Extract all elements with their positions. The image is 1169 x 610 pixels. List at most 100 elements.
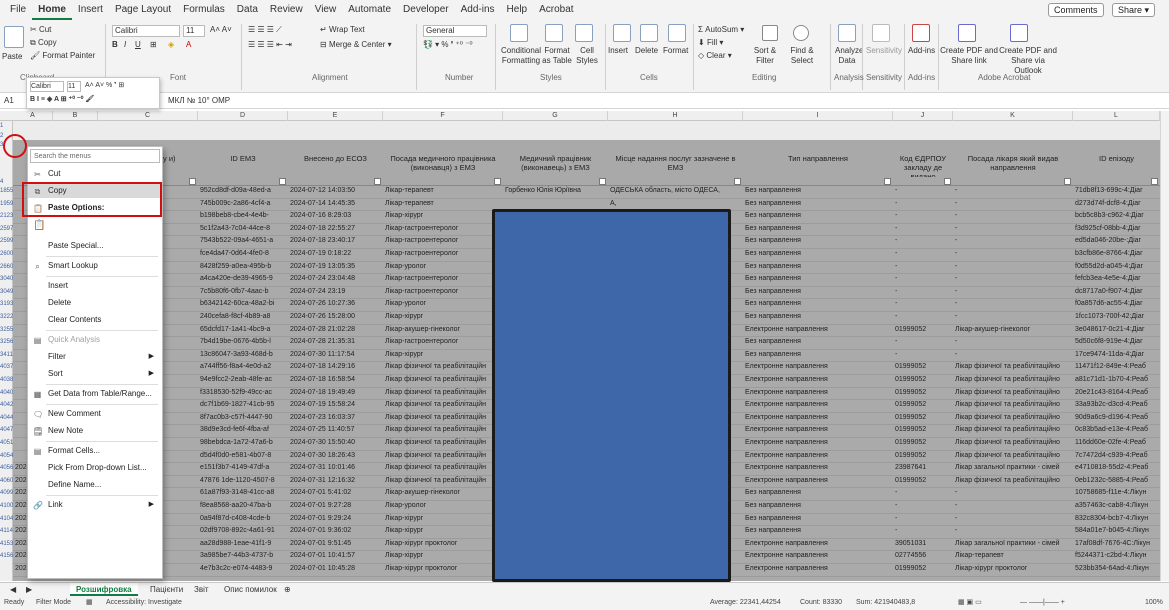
table-cell[interactable]: - bbox=[893, 199, 953, 209]
table-cell[interactable]: Без направлення bbox=[743, 249, 893, 259]
table-cell[interactable]: 33a93b2c-d3cd-4:Реаб bbox=[1073, 400, 1160, 410]
find-select-icon[interactable] bbox=[793, 25, 809, 41]
table-cell[interactable]: 17af08df-7676-4C:Лікун bbox=[1073, 539, 1160, 549]
table-cell[interactable]: Без направлення bbox=[743, 526, 893, 536]
table-cell[interactable]: 2024-07-16 8:29:03 bbox=[288, 211, 383, 221]
table-cell[interactable]: - bbox=[953, 299, 1073, 309]
table-cell[interactable]: - bbox=[893, 312, 953, 322]
table-cell[interactable]: Лікар-гастроентеролог bbox=[383, 249, 503, 259]
autosum-button[interactable]: Σ AutoSum ▾ bbox=[698, 25, 744, 35]
table-cell[interactable]: - bbox=[953, 249, 1073, 259]
table-cell[interactable]: 2024-07-23 16:03:37 bbox=[288, 413, 383, 423]
table-cell[interactable]: - bbox=[953, 211, 1073, 221]
table-cell[interactable]: Лікар фізичної та реабілітаційн bbox=[383, 388, 503, 398]
table-cell[interactable]: Лікар фізичної та реабілітаційно bbox=[953, 400, 1073, 410]
menu-paste-special[interactable]: Paste Special... bbox=[28, 239, 162, 253]
table-cell[interactable]: d273d74f-dcf8-4:Діаг bbox=[1073, 199, 1160, 209]
table-cell[interactable]: Лікар-хірург bbox=[383, 350, 503, 360]
table-cell[interactable]: - bbox=[953, 274, 1073, 284]
table-cell[interactable]: 5c1f2a43-7c04-44ce-8 bbox=[198, 224, 288, 234]
table-cell[interactable]: Лікар-акушер-гінеколог bbox=[383, 325, 503, 335]
table-cell[interactable]: 2024-07-30 18:26:43 bbox=[288, 451, 383, 461]
column-header[interactable]: E bbox=[288, 111, 383, 121]
menu-paste-option-button[interactable]: 📋 bbox=[28, 217, 162, 235]
table-cell[interactable]: Без направлення bbox=[743, 312, 893, 322]
table-cell[interactable]: - bbox=[953, 236, 1073, 246]
comments-button[interactable]: Comments bbox=[1048, 3, 1104, 17]
table-cell[interactable]: Електронне направлення bbox=[743, 325, 893, 335]
column-header[interactable]: A bbox=[13, 111, 53, 121]
row-header[interactable]: 4114 bbox=[0, 526, 13, 536]
table-cell[interactable]: 1fcc1073-700f-42:Діаг bbox=[1073, 312, 1160, 322]
sheet-tab-zvit[interactable]: Звіт bbox=[188, 583, 215, 596]
table-cell[interactable]: Лікар фізичної та реабілітаційно bbox=[953, 375, 1073, 385]
table-cell[interactable]: - bbox=[893, 287, 953, 297]
table-cell[interactable]: Електронне направлення bbox=[743, 564, 893, 574]
filter-dropdown-button[interactable] bbox=[734, 178, 741, 185]
table-cell[interactable]: 01999052 bbox=[893, 325, 953, 335]
menu-link[interactable]: 🔗 Link ▶ bbox=[28, 498, 162, 512]
table-cell[interactable]: 94e9fcc2-2eab-48fe-ac bbox=[198, 375, 288, 385]
table-cell[interactable]: 90d9a6c9-d196-4:Реаб bbox=[1073, 413, 1160, 423]
table-cell[interactable]: 2024-07-25 11:40:57 bbox=[288, 425, 383, 435]
table-cell[interactable]: 01999052 bbox=[893, 400, 953, 410]
table-cell[interactable]: 7543b522-09a4-4651-a bbox=[198, 236, 288, 246]
row-header[interactable]: 3040 bbox=[0, 274, 13, 284]
table-cell[interactable]: Без направлення bbox=[743, 501, 893, 511]
font-color-icon[interactable]: A bbox=[186, 40, 191, 50]
table-cell[interactable]: - bbox=[953, 287, 1073, 297]
table-cell[interactable]: 240cefa8-f8cf-4b89-a8 bbox=[198, 312, 288, 322]
menu-cut[interactable]: ✂ Cut bbox=[28, 167, 162, 181]
table-cell[interactable]: - bbox=[953, 350, 1073, 360]
table-cell[interactable]: 02774556 bbox=[893, 551, 953, 561]
table-cell[interactable]: ОДЕСЬКА область, місто ОДЕСА, bbox=[608, 186, 743, 196]
table-cell[interactable]: Лікар фізичної та реабілітаційно bbox=[953, 413, 1073, 423]
table-cell[interactable]: 01999052 bbox=[893, 362, 953, 372]
row-header[interactable]: 2123 bbox=[0, 211, 13, 221]
table-cell[interactable]: Без направлення bbox=[743, 514, 893, 524]
table-cell[interactable]: 98bebdca-1a72-47a6-b bbox=[198, 438, 288, 448]
cut-button[interactable]: ✂ Cut bbox=[30, 25, 51, 35]
row-header[interactable]: 3193 bbox=[0, 299, 13, 309]
table-cell[interactable]: 71db8f13-699c-4:Діаг bbox=[1073, 186, 1160, 196]
column-header[interactable]: H bbox=[608, 111, 743, 121]
table-cell[interactable]: Лікар загальної практики - сімей bbox=[953, 463, 1073, 473]
sheet-tab-rozshyfrovka[interactable]: Розшифровка bbox=[70, 583, 138, 596]
table-cell[interactable]: Електронне направлення bbox=[743, 451, 893, 461]
normal-view-icon[interactable]: ▦ ▣ ▭ bbox=[958, 596, 982, 610]
table-cell[interactable]: f3318530-52f9-49cc-ac bbox=[198, 388, 288, 398]
row-header[interactable]: 4040 bbox=[0, 388, 13, 398]
paste-icon[interactable] bbox=[4, 26, 24, 48]
table-cell[interactable]: - bbox=[953, 501, 1073, 511]
table-cell[interactable]: f0a857d6-ac55-4:Діаг bbox=[1073, 299, 1160, 309]
table-cell[interactable]: Без направлення bbox=[743, 287, 893, 297]
table-cell[interactable]: Лікар фізичної та реабілітаційн bbox=[383, 413, 503, 423]
table-cell[interactable]: 2024-07-01 9:27:28 bbox=[288, 501, 383, 511]
table-cell[interactable]: 01999052 bbox=[893, 425, 953, 435]
status-accessibility[interactable]: Accessibility: Investigate bbox=[106, 596, 182, 610]
row-header[interactable]: 2660 bbox=[0, 262, 13, 272]
tab-insert[interactable]: Insert bbox=[72, 0, 109, 20]
table-cell[interactable]: Лікар фізичної та реабілітаційн bbox=[383, 425, 503, 435]
row-header[interactable]: 4100 bbox=[0, 501, 13, 511]
table-cell[interactable]: Лікар-терапевт bbox=[383, 186, 503, 196]
table-cell[interactable]: Лікар фізичної та реабілітаційно bbox=[953, 438, 1073, 448]
column-header[interactable]: F bbox=[383, 111, 503, 121]
table-cell[interactable]: Електронне направлення bbox=[743, 413, 893, 423]
tab-review[interactable]: Review bbox=[264, 0, 309, 20]
menu-sort[interactable]: Sort ▶ bbox=[28, 367, 162, 381]
table-cell[interactable]: Електронне направлення bbox=[743, 388, 893, 398]
table-cell[interactable]: 8f7ac0b3-c57f-4447-90 bbox=[198, 413, 288, 423]
row-header[interactable]: 4054 bbox=[0, 451, 13, 461]
row-header[interactable]: 1855 bbox=[0, 186, 13, 196]
borders-icon[interactable]: ⊞ bbox=[150, 40, 157, 50]
bold-icon[interactable]: B bbox=[112, 40, 118, 50]
table-cell[interactable]: Лікар фізичної та реабілітаційн bbox=[383, 476, 503, 486]
row-header[interactable]: 4037 bbox=[0, 362, 13, 372]
table-cell[interactable]: 23987641 bbox=[893, 463, 953, 473]
vertical-scrollbar[interactable] bbox=[1160, 111, 1169, 581]
format-cells-icon[interactable] bbox=[668, 24, 686, 42]
table-cell[interactable]: 38d9e3cd-fe6f-4fba-af bbox=[198, 425, 288, 435]
table-cell[interactable]: - bbox=[893, 337, 953, 347]
create-pdf-icon[interactable] bbox=[958, 24, 976, 42]
